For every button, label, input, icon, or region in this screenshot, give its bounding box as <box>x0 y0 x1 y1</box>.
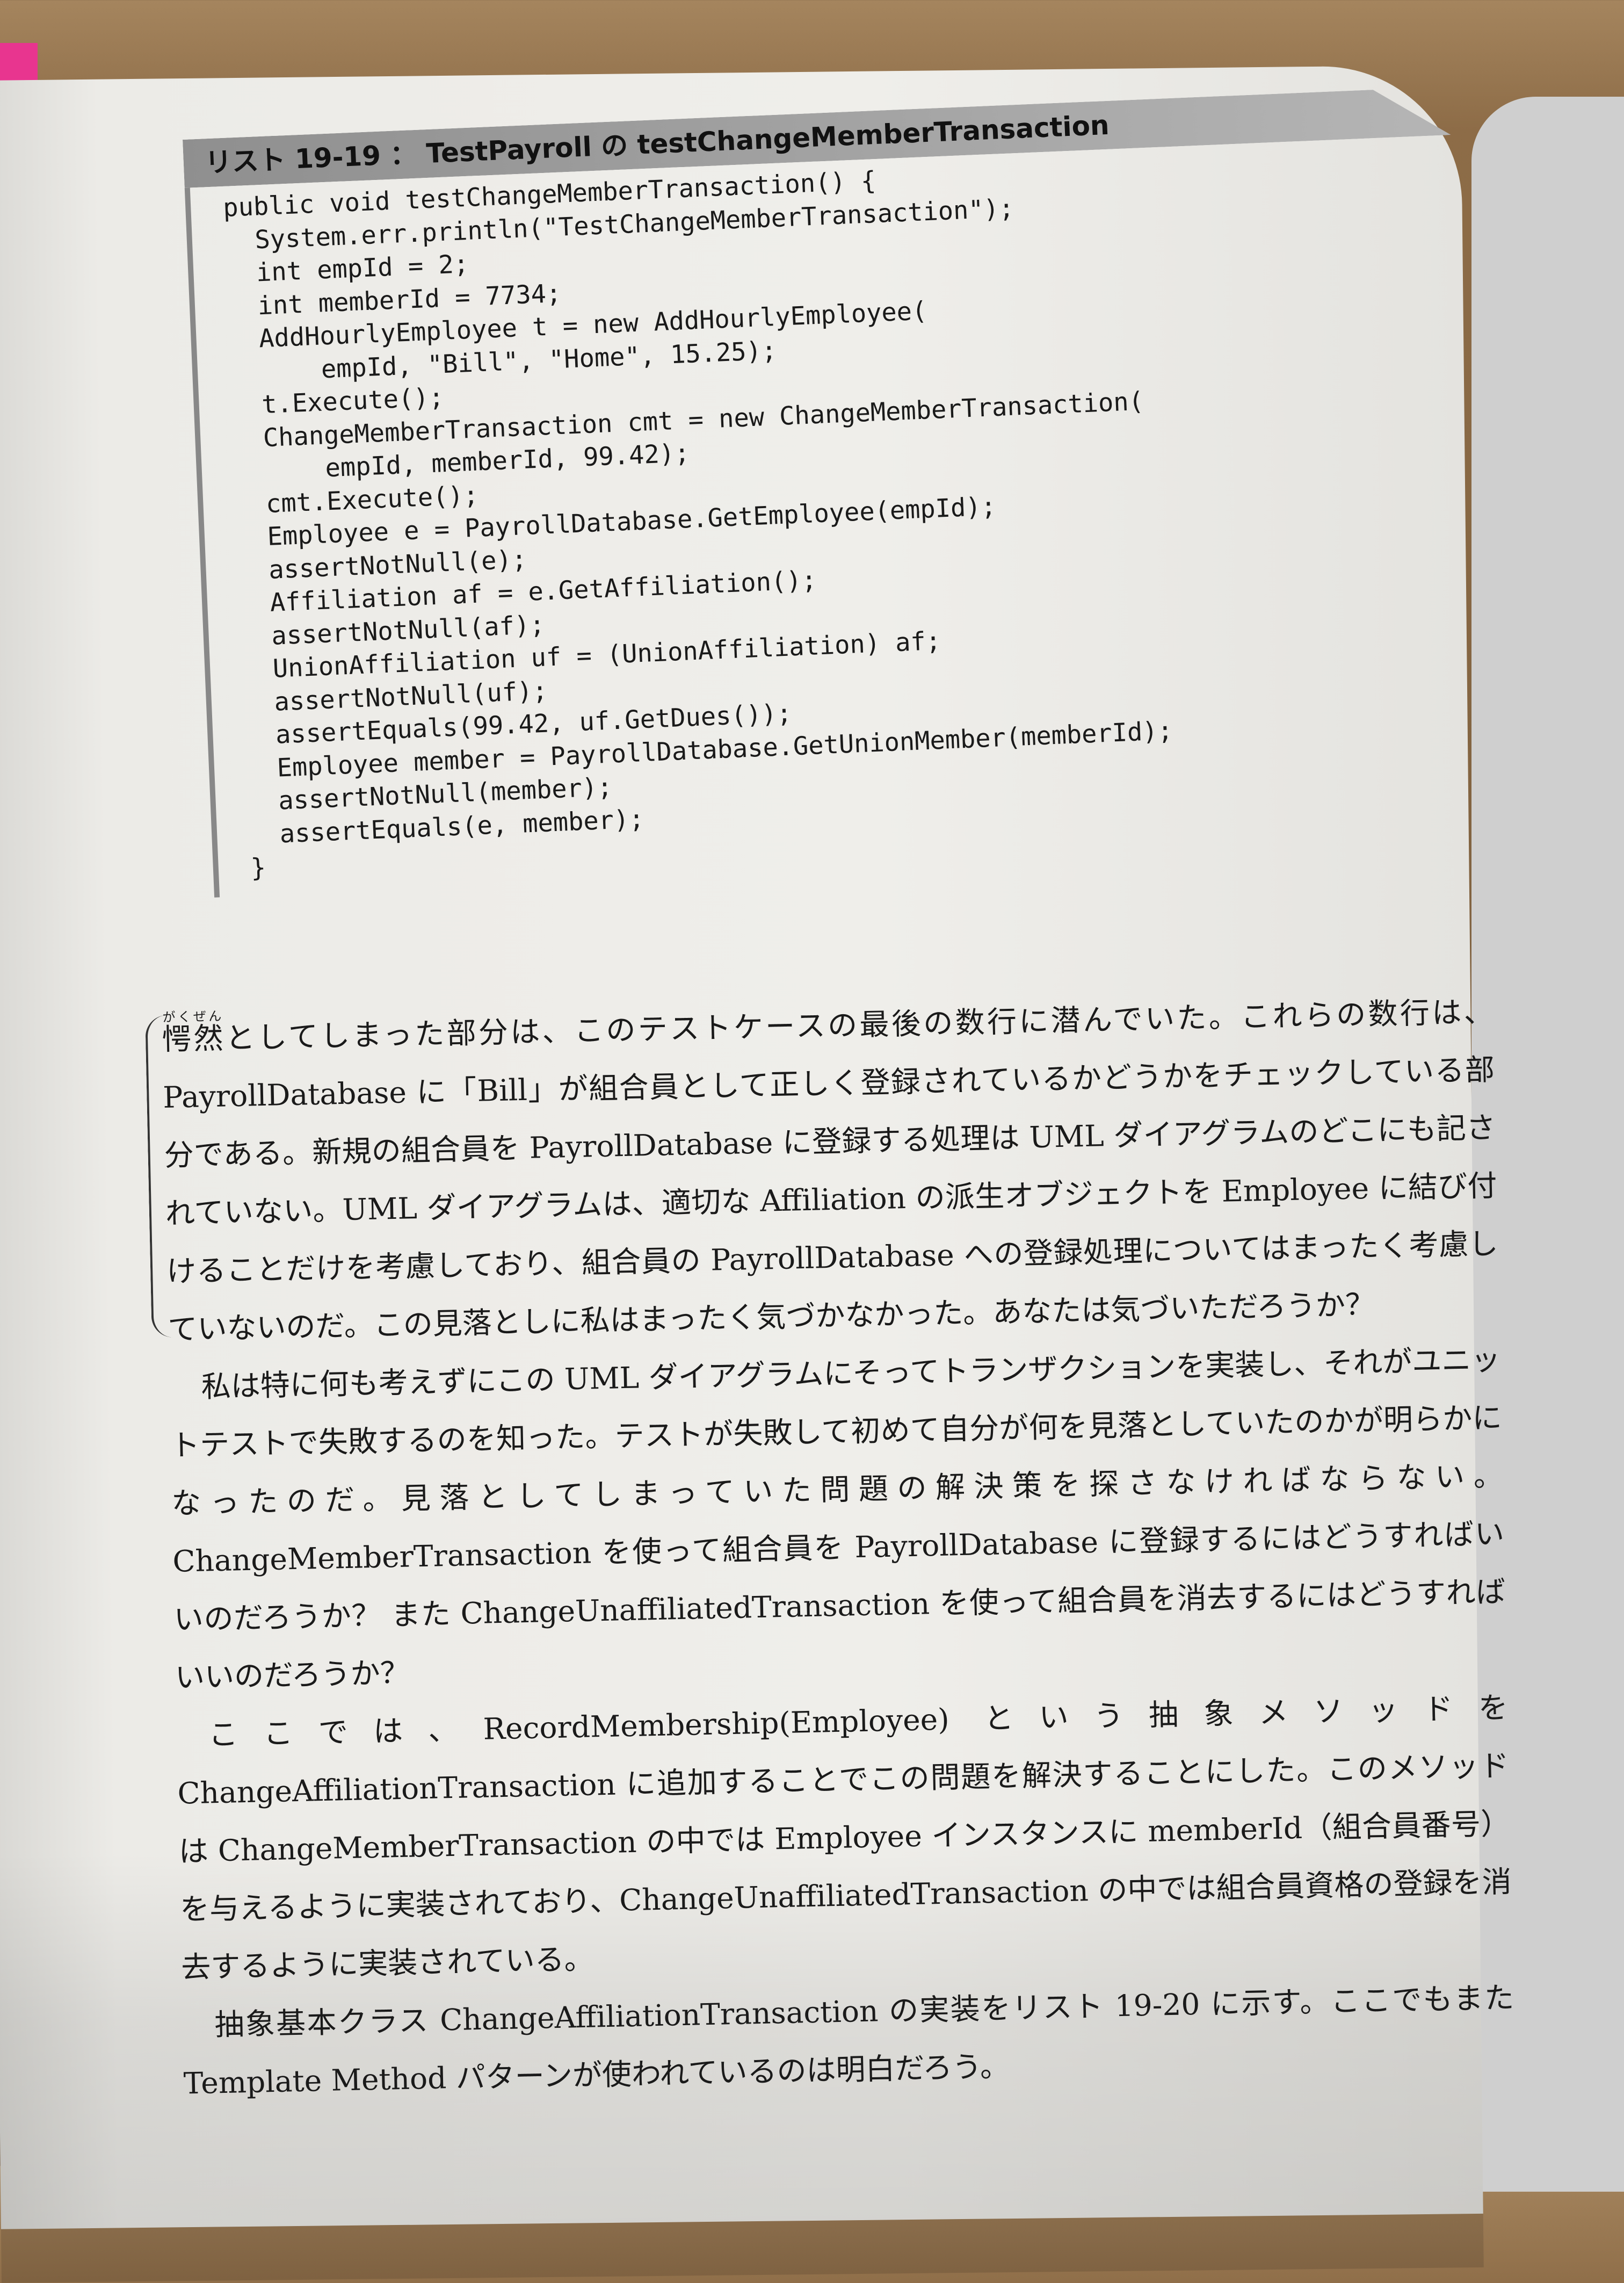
ruby-base: 愕然 <box>161 1021 226 1057</box>
code-listing: リスト 19-19 ： TestPayroll の testChangeMemb… <box>183 86 1481 898</box>
paragraph-2: 私は特に何も考えずにこの UML ダイアグラムにそってトランザクションを実装し、… <box>170 1342 1506 1695</box>
paragraph-1: 愕然がくぜん としてしまった部分は、このテストケースの最後の数行に潜んでいた。これ… <box>161 982 1500 1359</box>
code-block: public void testChangeMemberTransaction(… <box>184 135 1481 898</box>
paragraph-1-text: としてしまった部分は、このテストケースの最後の数行に潜んでいた。これらの数行は、… <box>162 994 1499 1347</box>
ruby-reading: がくぜん <box>161 1008 223 1025</box>
body-text: 愕然がくぜん としてしまった部分は、このテストケースの最後の数行に潜んでいた。これ… <box>145 982 1516 2112</box>
paragraph-3: ここでは、RecordMembership(Employee) という抽象メソッ… <box>177 1690 1512 1985</box>
ruby-word: 愕然がくぜん <box>161 1009 226 1057</box>
